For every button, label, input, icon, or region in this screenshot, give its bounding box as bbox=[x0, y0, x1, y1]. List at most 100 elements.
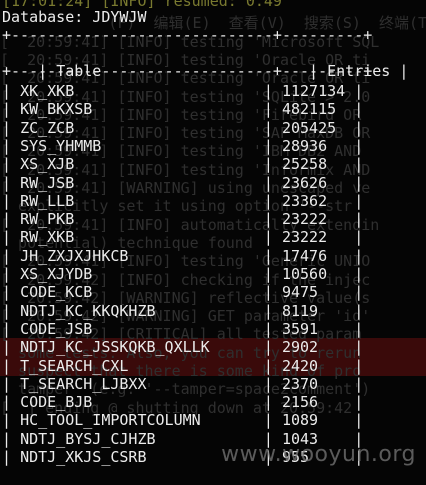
row-table-name: T_SEARCH_LJBXX bbox=[20, 374, 147, 393]
row-pad: | bbox=[128, 246, 282, 265]
row-pad: | bbox=[74, 228, 282, 247]
row-pipe-left: | bbox=[2, 136, 21, 155]
row-table-name: T_SEARCH_CXL bbox=[20, 356, 129, 375]
row-pad: | bbox=[146, 374, 282, 393]
row-entries: 25258 bbox=[281, 155, 328, 174]
row-pipe-right: | bbox=[336, 118, 364, 137]
row-entries: 2420 bbox=[281, 356, 319, 375]
terminal-window[interactable]: (F) 编辑(E) 查看(V) 搜索(S) 终端(T) 帮助(H)[ 20:59… bbox=[0, 0, 426, 485]
row-pipe-left: | bbox=[2, 246, 21, 265]
row-pipe-right: | bbox=[327, 265, 364, 283]
row-pipe-left: | bbox=[2, 191, 21, 210]
row-pipe-left: | bbox=[2, 356, 21, 375]
row-pad: | bbox=[74, 118, 282, 137]
row-pad: | bbox=[92, 319, 282, 338]
row-pipe-right: | bbox=[327, 136, 364, 155]
row-entries: 23222 bbox=[281, 228, 328, 247]
watermark: www.wooyun.org bbox=[221, 442, 416, 467]
row-table-name: HC_TOOL_IMPORTCOLUMN bbox=[20, 411, 201, 430]
row-table-name: NDTJ_XKJS_CSRB bbox=[20, 448, 147, 466]
table-row: | JH_ZXJXJHKCB | 17476 | bbox=[2, 247, 363, 265]
table-header-row: | Table | Entries | bbox=[2, 44, 408, 80]
row-pipe-left: | bbox=[2, 319, 21, 338]
table-row: | HC_TOOL_IMPORTCOLUMN | 1089 | bbox=[2, 411, 363, 429]
row-table-name: CODE_KCB bbox=[20, 283, 93, 302]
row-pipe-left: | bbox=[2, 283, 21, 302]
row-pipe-left: | bbox=[2, 210, 21, 229]
row-entries: 23222 bbox=[281, 210, 328, 229]
row-pipe-right: | bbox=[345, 82, 364, 100]
row-entries: 23362 bbox=[281, 191, 328, 210]
row-table-name: SYS_YHMMB bbox=[20, 136, 102, 155]
table-border-top: +-----------------------------+---------… bbox=[2, 26, 373, 44]
table-row: | CODE_JSB | 3591 | bbox=[2, 320, 363, 338]
row-pipe-right: | bbox=[327, 210, 364, 229]
database-line: Database: JDYWJW bbox=[2, 8, 147, 26]
row-pad: | bbox=[209, 338, 282, 357]
table-border-mid: +-----------------------------+---------… bbox=[2, 62, 373, 80]
row-table-name: XK_XKB bbox=[20, 82, 75, 100]
row-entries: 8119 bbox=[281, 301, 319, 320]
table-row: | SYS_YHMMB | 28936 | bbox=[2, 137, 363, 155]
row-pad: | bbox=[92, 265, 282, 283]
row-pipe-right: | bbox=[318, 411, 364, 430]
row-pipe-right: | bbox=[318, 374, 364, 393]
row-pad: | bbox=[74, 210, 282, 229]
table-row: | CODE_KCB | 9475 | bbox=[2, 283, 363, 301]
table-row: | RW_XKB | 23222 | bbox=[2, 228, 363, 246]
row-entries: 205425 bbox=[281, 118, 337, 137]
row-entries: 482115 bbox=[281, 100, 337, 119]
row-pipe-left: | bbox=[2, 265, 21, 283]
row-pad: | bbox=[74, 82, 282, 100]
row-table-name: JH_ZXJXJHKCB bbox=[20, 246, 129, 265]
row-entries: 10560 bbox=[281, 265, 328, 283]
row-table-name: NDTJ_BYSJ_CJHZB bbox=[20, 429, 156, 448]
table-row: | XS_XJYDB | 10560 | bbox=[2, 265, 363, 283]
row-pipe-right: | bbox=[327, 155, 364, 174]
row-pad: | bbox=[74, 155, 282, 174]
row-entries: 28936 bbox=[281, 136, 328, 155]
row-table-name: KW_BKXSB bbox=[20, 100, 93, 119]
row-table-name: CODE_BJB bbox=[20, 393, 93, 412]
row-pad: | bbox=[101, 136, 282, 155]
row-pad: | bbox=[74, 191, 282, 210]
row-entries: 2156 bbox=[281, 393, 319, 412]
row-table-name: NDTJ_KC_KKQKHZB bbox=[20, 301, 156, 320]
row-pad: | bbox=[92, 393, 282, 412]
row-entries: 17476 bbox=[281, 246, 328, 265]
row-pad: | bbox=[200, 411, 282, 430]
table-row: | CODE_BJB | 2156 | bbox=[2, 393, 363, 411]
row-pad: | bbox=[74, 173, 282, 192]
row-entries: 9475 bbox=[281, 283, 319, 302]
row-pipe-right: | bbox=[318, 356, 364, 375]
table-row: | NDTJ_KC_JSSKQKB_QXLLK | 2902 | bbox=[2, 338, 363, 356]
row-entries: 2370 bbox=[281, 374, 319, 393]
table-row: | XS_XJB | 25258 | bbox=[2, 155, 363, 173]
row-pipe-left: | bbox=[2, 100, 21, 119]
row-pipe-right: | bbox=[327, 246, 364, 265]
row-pipe-left: | bbox=[2, 374, 21, 393]
row-pipe-right: | bbox=[318, 319, 364, 338]
row-pipe-left: | bbox=[2, 173, 21, 192]
table-row: | RW_JSB | 23626 | bbox=[2, 174, 363, 192]
row-pipe-right: | bbox=[327, 191, 364, 210]
row-pipe-left: | bbox=[2, 82, 21, 100]
row-entries: 2902 bbox=[281, 338, 319, 357]
row-pad: | bbox=[128, 356, 282, 375]
row-pipe-left: | bbox=[2, 411, 21, 430]
table-row: | RW_LLB | 23362 | bbox=[2, 192, 363, 210]
row-pipe-right: | bbox=[318, 301, 364, 320]
row-table-name: ZC_ZCB bbox=[20, 118, 75, 137]
row-pipe-right: | bbox=[327, 228, 364, 247]
row-table-name: CODE_JSB bbox=[20, 319, 93, 338]
table-row: | NDTJ_KC_KKQKHZB | 8119 | bbox=[2, 302, 363, 320]
table-row: | T_SEARCH_CXL | 2420 | bbox=[2, 357, 363, 375]
row-table-name: NDTJ_KC_JSSKQKB_QXLLK bbox=[20, 338, 210, 357]
row-pipe-right: | bbox=[318, 283, 364, 302]
row-pipe-left: | bbox=[2, 429, 21, 448]
row-table-name: RW_JSB bbox=[20, 173, 75, 192]
table-row: | XK_XKB | 1127134 | bbox=[2, 82, 363, 100]
row-pad: | bbox=[155, 301, 282, 320]
row-table-name: RW_LLB bbox=[20, 191, 75, 210]
row-table-name: XS_XJB bbox=[20, 155, 75, 174]
